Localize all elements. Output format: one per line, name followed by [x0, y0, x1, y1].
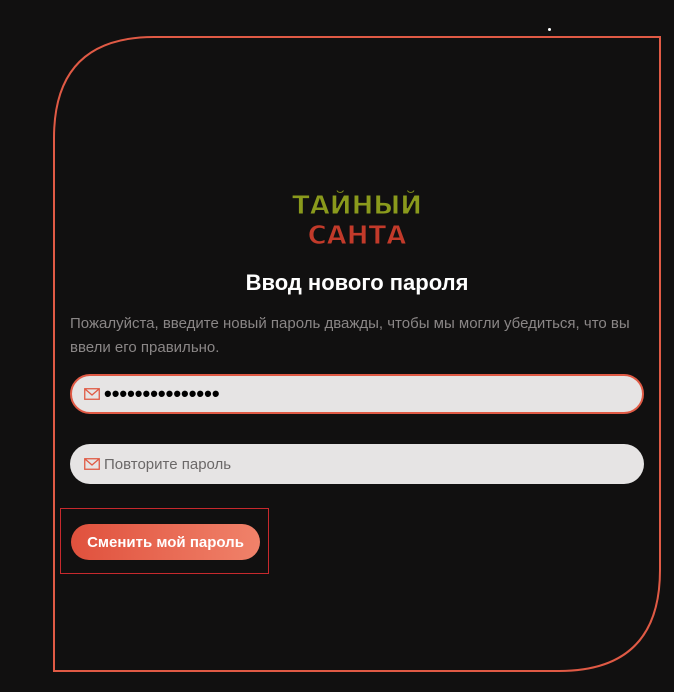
envelope-icon: [84, 388, 100, 400]
envelope-icon: [84, 458, 100, 470]
form-description: Пожалуйста, введите новый пароль дважды,…: [70, 315, 630, 356]
confirm-password-field[interactable]: [70, 444, 644, 484]
logo: ТАЙНЫЙ САНТА: [291, 189, 422, 249]
page-title: Ввод нового пароля: [245, 270, 469, 295]
change-password-button[interactable]: Сменить мой пароль: [71, 524, 260, 560]
page: ТАЙНЫЙ САНТА Ввод нового пароля Пожалуйс…: [0, 0, 674, 692]
confirm-password-input[interactable]: [102, 446, 628, 482]
submit-button-focus-outline: Сменить мой пароль: [60, 508, 269, 574]
logo-line-1: ТАЙНЫЙ: [292, 189, 422, 221]
new-password-field[interactable]: [70, 374, 644, 414]
logo-line-2: САНТА: [308, 221, 407, 248]
new-password-input[interactable]: [102, 376, 628, 412]
